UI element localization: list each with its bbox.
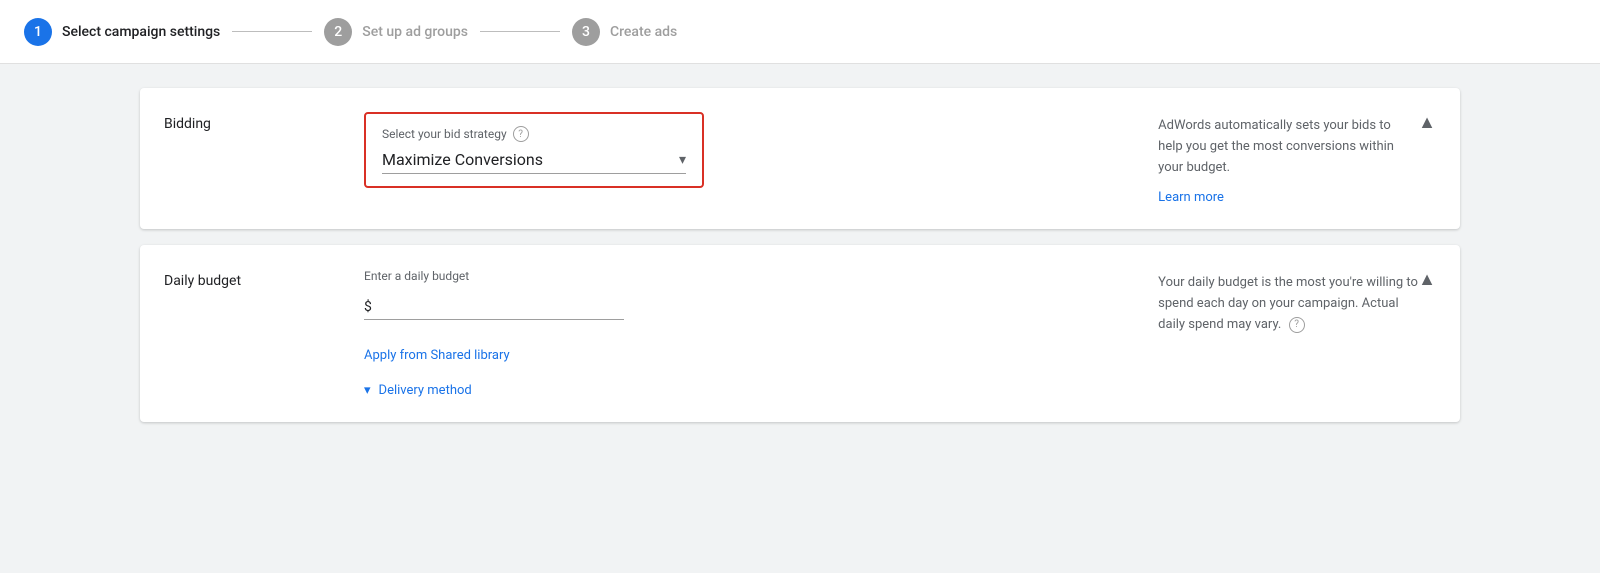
bid-strategy-select[interactable]: Maximize Conversions ▾ — [382, 150, 686, 174]
bid-strategy-help-icon[interactable]: ? — [513, 126, 529, 142]
budget-input-label: Enter a daily budget — [364, 269, 1118, 283]
main-content: Bidding Select your bid strategy ? Maxim… — [0, 64, 1600, 446]
step-1-label: Select campaign settings — [62, 24, 220, 40]
bid-strategy-value: Maximize Conversions — [382, 150, 543, 169]
daily-budget-description-text: Your daily budget is the most you're wil… — [1158, 273, 1418, 335]
step-2: 2 Set up ad groups — [324, 18, 468, 46]
step-2-label: Set up ad groups — [362, 24, 468, 40]
daily-budget-card: Daily budget Enter a daily budget $ Appl… — [140, 245, 1460, 422]
budget-input-field[interactable] — [380, 299, 600, 315]
daily-budget-content: Enter a daily budget $ Apply from Shared… — [364, 269, 1118, 398]
step-1-circle: 1 — [24, 18, 52, 46]
bidding-card: Bidding Select your bid strategy ? Maxim… — [140, 88, 1460, 229]
bidding-content: Select your bid strategy ? Maximize Conv… — [364, 112, 1118, 188]
daily-budget-section-label: Daily budget — [164, 269, 364, 289]
bidding-description: AdWords automatically sets your bids to … — [1118, 112, 1418, 205]
delivery-method-chevron-icon: ▾ — [364, 383, 371, 398]
daily-budget-description: Your daily budget is the most you're wil… — [1118, 269, 1418, 335]
step-3-label: Create ads — [610, 24, 677, 40]
learn-more-link[interactable]: Learn more — [1158, 190, 1224, 205]
bid-strategy-label: Select your bid strategy ? — [382, 126, 686, 142]
daily-budget-help-icon[interactable]: ? — [1289, 317, 1305, 333]
step-3: 3 Create ads — [572, 18, 677, 46]
currency-symbol: $ — [364, 299, 372, 315]
bidding-description-text: AdWords automatically sets your bids to … — [1158, 116, 1418, 178]
delivery-method-row[interactable]: ▾ Delivery method — [364, 383, 1118, 398]
step-connector-1 — [232, 31, 312, 32]
stepper-bar: 1 Select campaign settings 2 Set up ad g… — [0, 0, 1600, 64]
step-connector-2 — [480, 31, 560, 32]
daily-budget-collapse-icon[interactable]: ▲ — [1418, 269, 1436, 290]
bid-strategy-box[interactable]: Select your bid strategy ? Maximize Conv… — [364, 112, 704, 188]
step-3-circle: 3 — [572, 18, 600, 46]
budget-input-row: $ — [364, 299, 624, 320]
bidding-section-label: Bidding — [164, 112, 364, 132]
bid-strategy-dropdown-arrow[interactable]: ▾ — [679, 152, 686, 168]
step-1: 1 Select campaign settings — [24, 18, 220, 46]
delivery-method-link[interactable]: Delivery method — [379, 383, 472, 398]
bidding-collapse-icon[interactable]: ▲ — [1418, 112, 1436, 133]
apply-shared-library-link[interactable]: Apply from Shared library — [364, 348, 1118, 363]
step-2-circle: 2 — [324, 18, 352, 46]
